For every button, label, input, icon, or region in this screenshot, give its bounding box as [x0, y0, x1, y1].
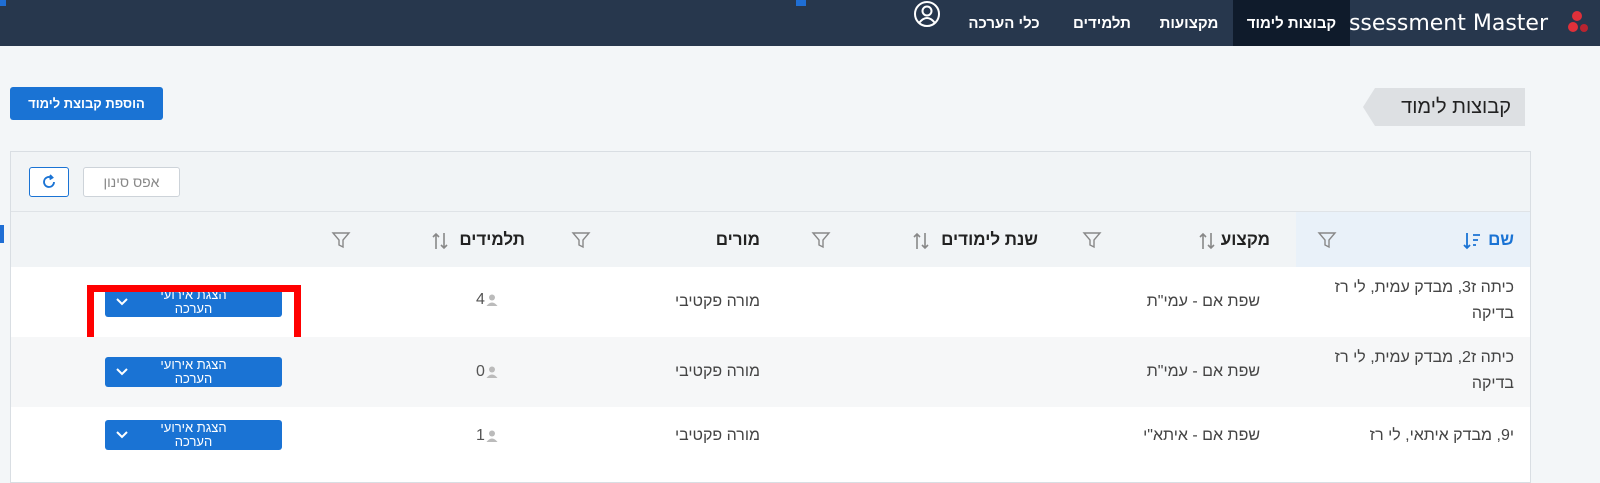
filter-icon[interactable] [811, 230, 831, 250]
subject-cell: שפת אם - איתא"י [1143, 427, 1260, 444]
group-name: י9, מבדק איתאי, לי רז [1369, 427, 1514, 444]
selection-handle [0, 225, 4, 243]
study-groups-table: אפס סינון שם מקצוע שנת לימודים מורים תלמ… [10, 151, 1531, 483]
refresh-button[interactable] [29, 167, 69, 197]
chevron-down-icon [116, 368, 128, 376]
app-logo-icon [1568, 11, 1588, 32]
add-study-group-button[interactable]: הוספת קבוצת לימוד [10, 87, 163, 120]
table-toolbar: אפס סינון [11, 152, 1530, 212]
column-header-students[interactable]: תלמידים [459, 212, 525, 267]
column-header-teachers[interactable]: מורים [716, 212, 760, 267]
filter-icon[interactable] [1317, 230, 1337, 250]
person-icon [486, 430, 498, 442]
teachers-cell: מורה פקטיבי [674, 363, 760, 380]
subject-cell: שפת אם - עמי"ת [1146, 293, 1260, 310]
sort-icon[interactable] [1197, 230, 1217, 252]
reset-filter-button[interactable]: אפס סינון [83, 167, 180, 197]
table-row[interactable]: כיתה ז2, מבדק עמית, לי רז בדיקה שפת אם -… [11, 337, 1530, 407]
filter-icon[interactable] [1082, 230, 1102, 250]
teachers-cell: מורה פקטיבי [674, 427, 760, 444]
refresh-icon [43, 174, 55, 188]
page-title: קבוצות לימוד [1363, 88, 1525, 126]
filter-icon[interactable] [571, 230, 591, 250]
app-name: Assessment Master [1333, 10, 1548, 36]
students-count: 1 [476, 427, 499, 445]
nav-subjects[interactable]: מקצועות [1150, 0, 1228, 46]
show-assessment-events-button[interactable]: הצגת אירועי הערכה [105, 287, 282, 317]
sort-icon[interactable] [911, 230, 931, 252]
column-header-year[interactable]: שנת לימודים [941, 212, 1038, 267]
filter-icon[interactable] [331, 230, 351, 250]
nav-students[interactable]: תלמידים [1062, 0, 1142, 46]
selection-handle [0, 0, 6, 6]
person-icon [486, 366, 498, 378]
table-header: שם מקצוע שנת לימודים מורים תלמידים [11, 212, 1530, 267]
chevron-down-icon [116, 298, 128, 306]
column-header-name[interactable]: שם [1488, 212, 1514, 267]
show-assessment-events-button[interactable]: הצגת אירועי הערכה [105, 420, 282, 450]
teachers-cell: מורה פקטיבי [674, 293, 760, 310]
students-count: 0 [476, 363, 499, 381]
nav-study-groups[interactable]: קבוצות לימוד [1233, 0, 1350, 46]
person-icon [486, 294, 498, 306]
table-row[interactable]: כיתה ז3, מבדק עמית, לי רז בדיקה שפת אם -… [11, 267, 1530, 349]
brand[interactable]: Assessment Master [1334, 0, 1556, 46]
group-name: כיתה ז3, מבדק עמית, לי רז בדיקה [1334, 279, 1514, 322]
top-navbar: Assessment Master קבוצות לימוד מקצועות ת… [0, 0, 1600, 46]
group-name: כיתה ז2, מבדק עמית, לי רז בדיקה [1334, 349, 1514, 392]
students-count: 4 [476, 291, 499, 309]
subject-cell: שפת אם - עמי"ת [1146, 363, 1260, 380]
sort-desc-icon[interactable] [1462, 230, 1482, 252]
sort-icon[interactable] [430, 230, 450, 252]
selection-handle [796, 0, 806, 6]
show-assessment-events-button[interactable]: הצגת אירועי הערכה [105, 357, 282, 387]
nav-assessment-tools[interactable]: כלי הערכה [958, 0, 1050, 46]
chevron-down-icon [116, 431, 128, 439]
table-row[interactable]: י9, מבדק איתאי, לי רז שפת אם - איתא"י מו… [11, 407, 1530, 467]
user-profile-icon[interactable] [912, 0, 942, 30]
column-header-subject[interactable]: מקצוע [1221, 212, 1270, 267]
